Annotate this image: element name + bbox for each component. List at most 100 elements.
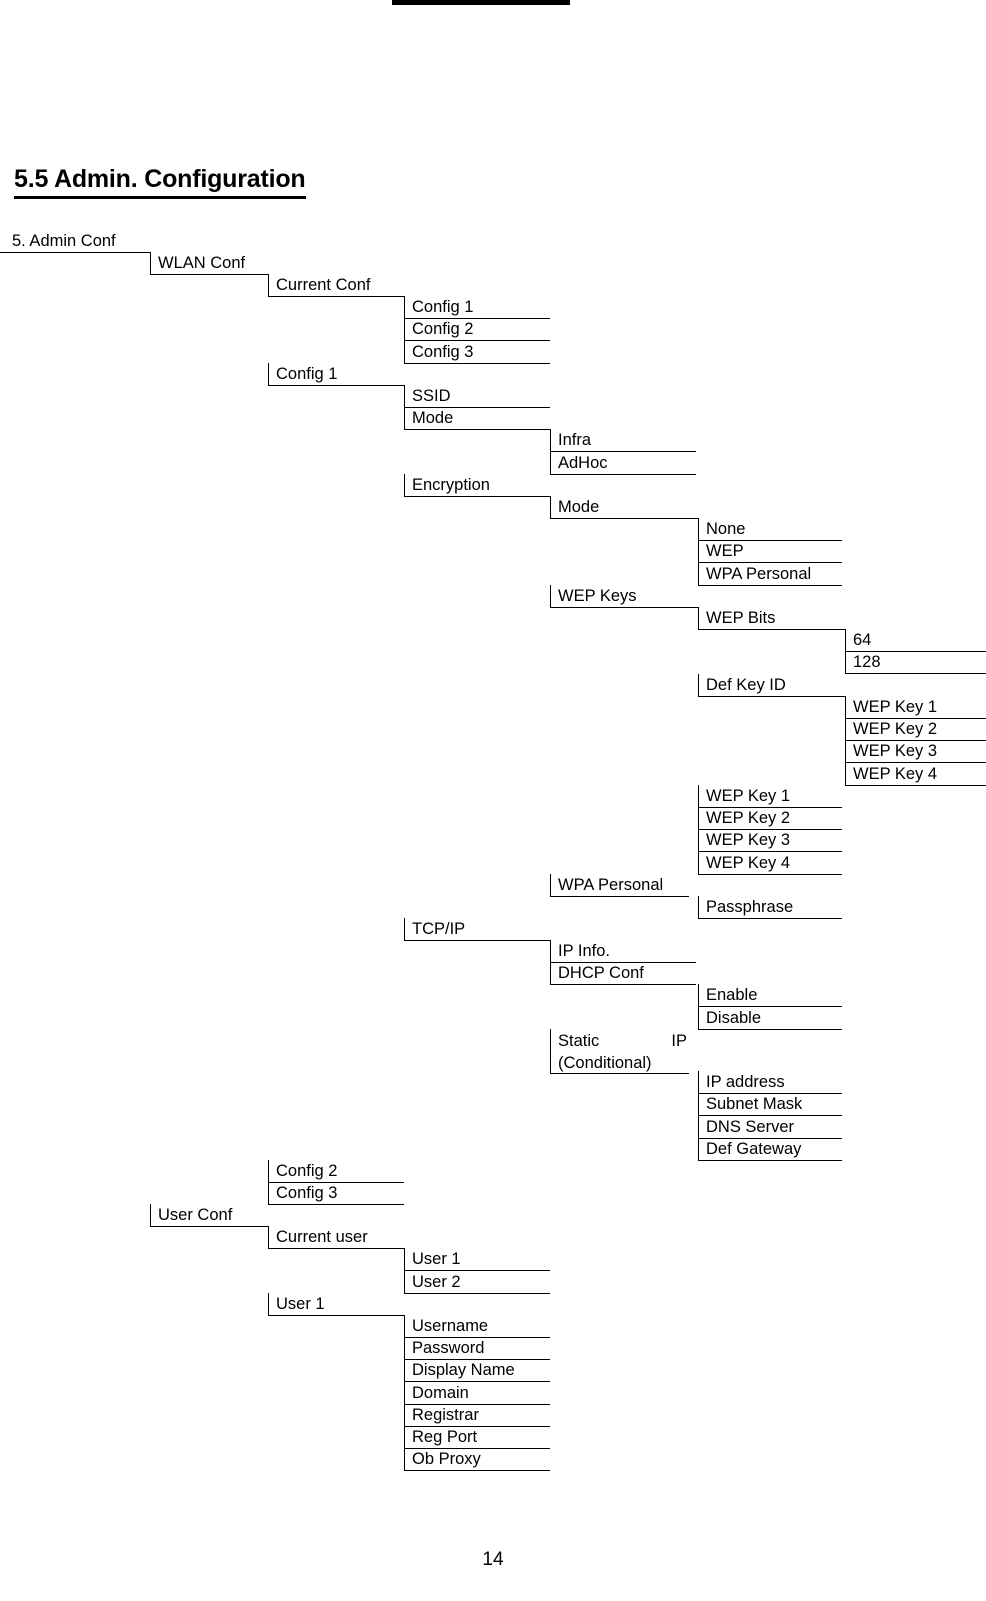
tree-node-label: WEP Key 3 (853, 742, 938, 760)
tree-node-label: WEP Key 3 (706, 831, 791, 849)
tree-node-label: User 1 (412, 1250, 461, 1268)
tree-node-label: Current Conf (276, 276, 371, 294)
tree-node: WPA Personal (698, 563, 842, 586)
admin-configuration-menu-tree: 5. Admin Conf WLAN Conf Current Conf Config… (0, 0, 986, 1500)
tree-node: User Conf (150, 1204, 268, 1227)
tree-node: User 2 (404, 1271, 550, 1294)
tree-node-label: Current user (276, 1228, 368, 1246)
tree-node: Registrar (404, 1404, 550, 1427)
tree-node: IP Info. (550, 940, 696, 963)
tree-node-label-line-1: Static IP (558, 1032, 687, 1050)
tree-node: 128 (845, 651, 986, 674)
tree-node: WEP Key 2 (698, 807, 842, 830)
tree-node: TCP/IP (404, 918, 550, 941)
tree-node: Reg Port (404, 1426, 550, 1449)
tree-node: Config 1 (268, 363, 404, 386)
tree-node-label: WEP (706, 542, 744, 560)
tree-node: Enable (698, 984, 842, 1007)
tree-node-label: 64 (853, 631, 872, 649)
tree-node-label: DHCP Conf (558, 964, 644, 982)
tree-node-label: Subnet Mask (706, 1095, 803, 1113)
tree-node-label: Config 3 (412, 343, 474, 361)
tree-node: Current Conf (268, 274, 404, 297)
tree-node: Current user (268, 1226, 404, 1249)
tree-node-label: Config 2 (412, 320, 474, 338)
tree-node-label: Domain (412, 1384, 469, 1402)
tree-node: Def Key ID (698, 674, 845, 697)
tree-node-label: WEP Key 2 (853, 720, 938, 738)
tree-node-label: IP Info. (558, 942, 610, 960)
tree-node-label: WEP Keys (558, 587, 637, 605)
tree-node: User 1 (268, 1293, 404, 1316)
tree-node-label: Config 1 (276, 365, 338, 383)
tree-node: WEP Key 1 (698, 785, 842, 808)
tree-node: Config 2 (268, 1160, 404, 1183)
tree-node-label: Def Gateway (706, 1140, 802, 1158)
tree-node: SSID (404, 385, 550, 408)
tree-node-label: Config 1 (412, 298, 474, 316)
tree-node: Def Gateway (698, 1138, 842, 1161)
tree-node: 64 (845, 629, 986, 652)
tree-node-label: Config 2 (276, 1162, 338, 1180)
tree-node: Static IP (Conditional) (550, 1029, 689, 1074)
tree-node: Subnet Mask (698, 1093, 842, 1116)
tree-node-label: WPA Personal (706, 565, 812, 583)
tree-node: Infra (550, 429, 696, 452)
tree-node-label: Disable (706, 1009, 762, 1027)
tree-node: Ob Proxy (404, 1448, 550, 1471)
tree-node: Config 3 (404, 341, 550, 364)
tree-node-label: Ob Proxy (412, 1450, 481, 1468)
tree-node-label: Password (412, 1339, 485, 1357)
tree-node: Passphrase (698, 896, 842, 919)
tree-node: Mode (404, 407, 550, 430)
tree-node-label: User 2 (412, 1273, 461, 1291)
tree-node: WEP (698, 540, 842, 563)
tree-node-label: TCP/IP (412, 920, 466, 938)
tree-node: Config 3 (268, 1182, 404, 1205)
tree-node: Display Name (404, 1359, 550, 1382)
tree-node: User 1 (404, 1248, 550, 1271)
tree-node-label: Registrar (412, 1406, 479, 1424)
tree-node: IP address (698, 1071, 842, 1094)
tree-node-label: WEP Key 2 (706, 809, 791, 827)
tree-node-label: Reg Port (412, 1428, 478, 1446)
tree-node: DHCP Conf (550, 962, 696, 985)
tree-node-label: 128 (853, 653, 881, 671)
tree-node-label: Passphrase (706, 898, 794, 916)
tree-node: Password (404, 1337, 550, 1360)
tree-node-label: Display Name (412, 1361, 515, 1379)
tree-node-label: WEP Key 4 (853, 765, 938, 783)
tree-node-label-line-2: (Conditional) (558, 1054, 652, 1072)
tree-node: Username (404, 1315, 550, 1338)
tree-node: WPA Personal (550, 874, 689, 897)
tree-node: WEP Key 1 (845, 696, 986, 719)
tree-node-label: 5. Admin Conf (12, 232, 116, 250)
tree-node: WEP Key 2 (845, 718, 986, 741)
tree-node: WEP Key 4 (845, 763, 986, 786)
tree-node: WEP Key 4 (698, 852, 842, 875)
tree-node: DNS Server (698, 1116, 842, 1139)
tree-node-label: Username (412, 1317, 489, 1335)
tree-node-label: Enable (706, 986, 758, 1004)
tree-node-label: WEP Key 1 (853, 698, 938, 716)
tree-node-label: Def Key ID (706, 676, 786, 694)
tree-node: Mode (550, 496, 698, 519)
tree-node: 5. Admin Conf (0, 230, 150, 253)
tree-node-label: WPA Personal (558, 876, 664, 894)
tree-node: Encryption (404, 474, 550, 497)
tree-node: Domain (404, 1382, 550, 1405)
tree-node-label: Infra (558, 431, 592, 449)
tree-node-label: Config 3 (276, 1184, 338, 1202)
tree-node: WEP Key 3 (698, 829, 842, 852)
tree-node-label: None (706, 520, 746, 538)
tree-node-label: WEP Key 1 (706, 787, 791, 805)
tree-node: None (698, 518, 842, 541)
tree-node: WEP Keys (550, 585, 698, 608)
tree-node: Config 1 (404, 296, 550, 319)
tree-node-label: WLAN Conf (158, 254, 246, 272)
tree-node-label: AdHoc (558, 454, 608, 472)
tree-node-label: Encryption (412, 476, 490, 494)
tree-node: WLAN Conf (150, 252, 268, 275)
tree-node-label: DNS Server (706, 1118, 795, 1136)
tree-node-label: WEP Key 4 (706, 854, 791, 872)
